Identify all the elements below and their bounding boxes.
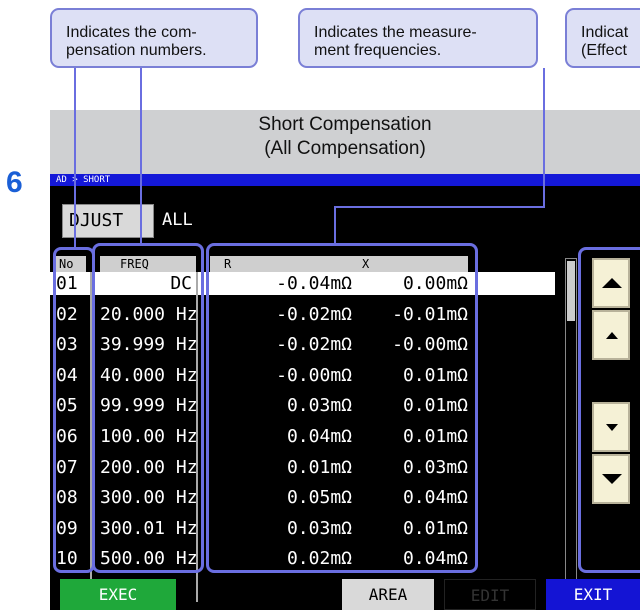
pointer-line (334, 206, 545, 208)
screen-header: Short Compensation (All Compensation) (50, 110, 640, 174)
header-subtitle: (All Compensation) (264, 138, 426, 159)
scrollbar-thumb[interactable] (567, 261, 575, 321)
exit-button[interactable]: EXIT (546, 579, 640, 610)
pointer-line (140, 68, 142, 243)
all-label: ALL (162, 210, 193, 230)
pointer-line (74, 68, 76, 248)
scrollbar[interactable] (565, 258, 577, 588)
callout-compensation-numbers: Indicates the com- pensation numbers. (50, 8, 258, 68)
callout-measurement-frequencies: Indicates the measure- ment frequencies. (298, 8, 538, 68)
breadcrumb: AD > SHORT (50, 174, 640, 186)
highlight-arrow-buttons (578, 247, 640, 573)
pointer-line (334, 206, 336, 244)
pointer-line (543, 68, 545, 208)
highlight-values-columns (206, 243, 478, 573)
highlight-freq-column (92, 243, 204, 573)
edit-button[interactable]: EDIT (444, 579, 536, 610)
callout-effect: Indicat (Effect (565, 8, 640, 68)
area-button[interactable]: AREA (342, 579, 434, 610)
highlight-no-column (53, 247, 95, 573)
header-title: Short Compensation (258, 114, 432, 135)
step-number: 6 (6, 166, 23, 199)
exec-button[interactable]: EXEC (60, 579, 176, 610)
